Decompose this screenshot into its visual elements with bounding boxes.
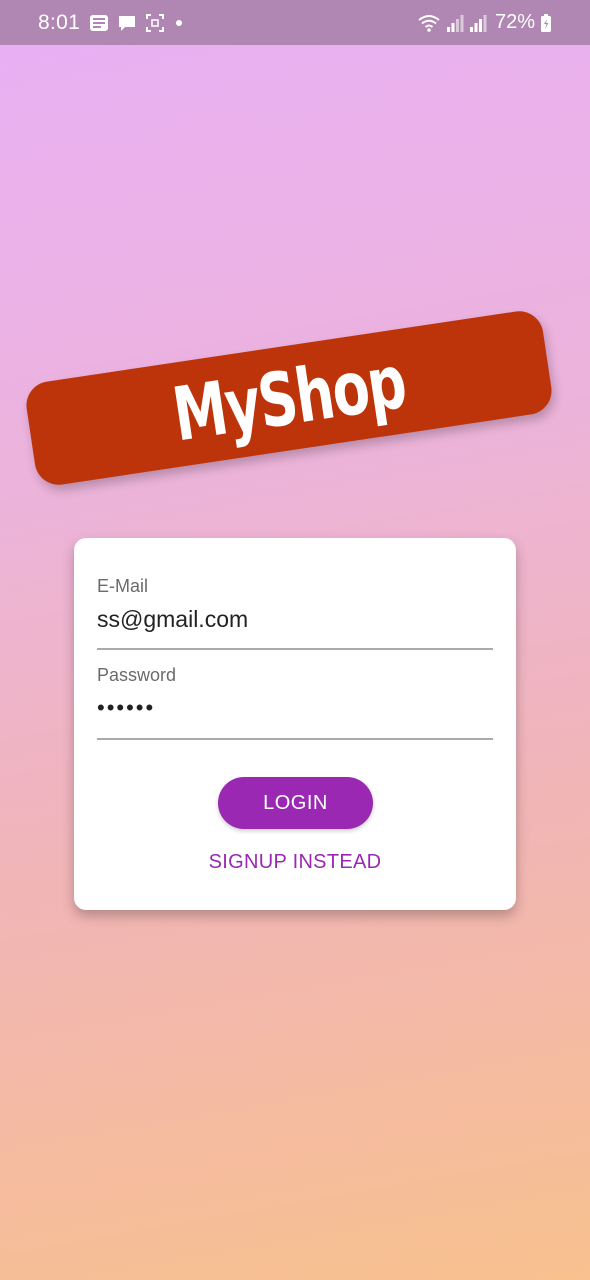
- status-time: 8:01: [38, 10, 81, 34]
- password-input[interactable]: ••••••: [97, 695, 493, 721]
- status-bar: 8:01 72%: [0, 0, 590, 45]
- email-underline: [97, 648, 493, 650]
- battery-percentage: 72%: [494, 11, 535, 33]
- system-icons: 72%: [417, 11, 552, 34]
- email-label: E-Mail: [97, 576, 149, 596]
- signal-icon: [446, 14, 464, 32]
- auth-card: E-Mail ss@gmail.com Password •••••• LOGI…: [74, 538, 516, 910]
- logo-banner: MyShop: [23, 307, 555, 489]
- logo-text: MyShop: [167, 338, 411, 458]
- message-icon: [119, 15, 136, 31]
- signup-instead-link[interactable]: SIGNUP INSTEAD: [74, 851, 516, 874]
- password-label: Password: [97, 665, 177, 685]
- password-underline: [97, 738, 493, 740]
- screenshot-icon: [146, 13, 165, 32]
- notification-icons: [89, 13, 185, 33]
- dot-icon: [176, 19, 183, 26]
- email-input[interactable]: ss@gmail.com: [97, 606, 493, 633]
- login-button[interactable]: LOGIN: [218, 777, 373, 829]
- signal-icon: [469, 14, 487, 32]
- password-field[interactable]: Password ••••••: [97, 665, 493, 741]
- wifi-icon: [418, 14, 440, 32]
- news-icon: [90, 14, 109, 31]
- battery-icon: [541, 13, 551, 32]
- email-field[interactable]: E-Mail ss@gmail.com: [97, 576, 493, 650]
